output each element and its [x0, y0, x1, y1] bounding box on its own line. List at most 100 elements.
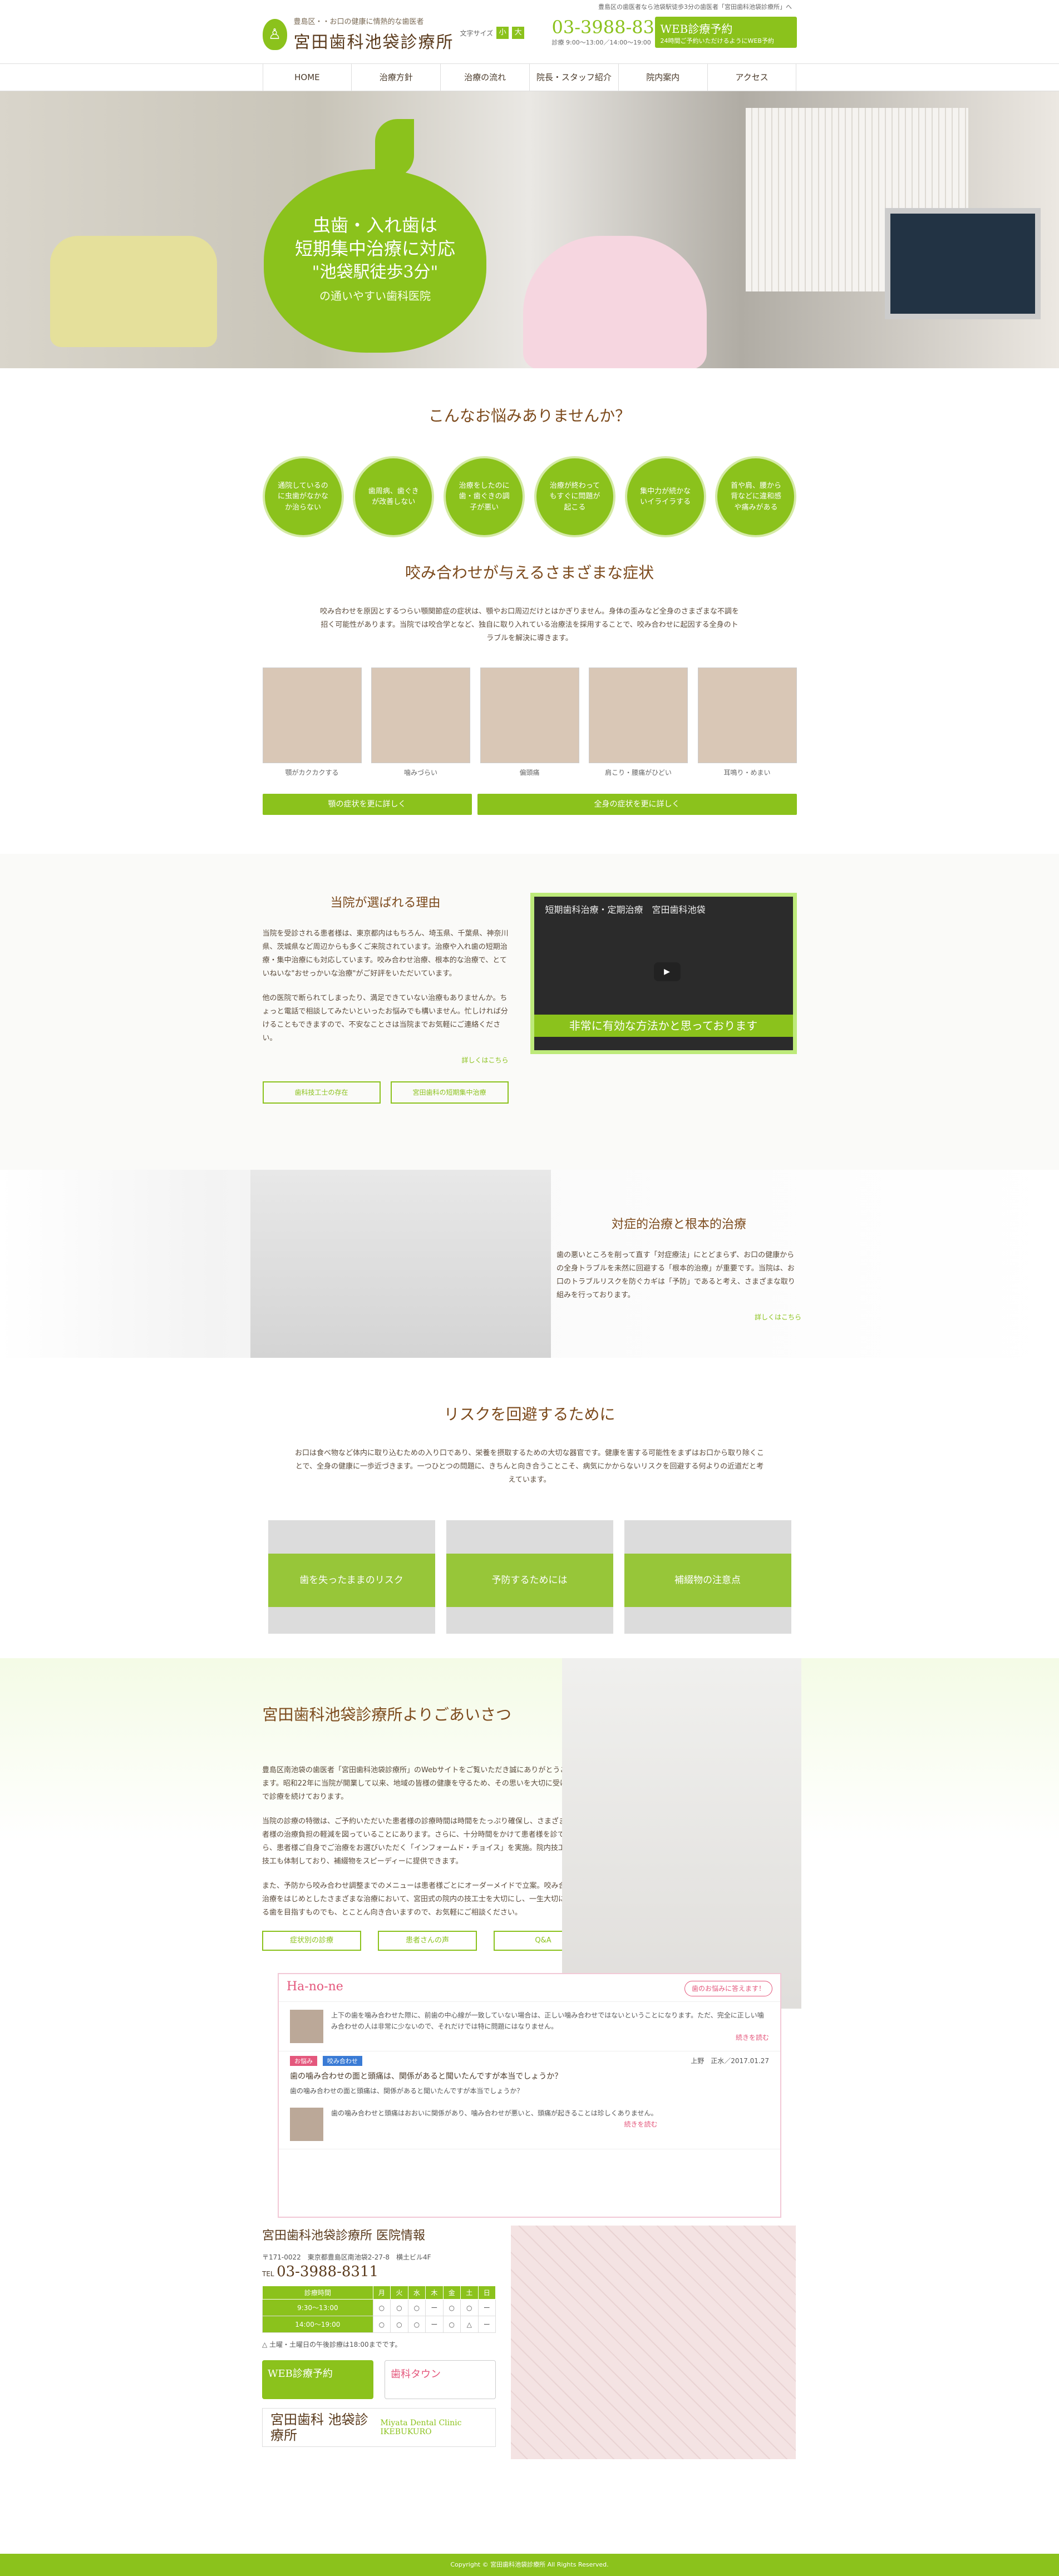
schedule-cell: ー: [425, 2316, 444, 2333]
treatment-room-photo: [250, 1170, 551, 1358]
risk-card[interactable]: 予防するためには: [446, 1520, 613, 1634]
jaw-symptom-button[interactable]: 顎の症状を更に詳しく: [262, 794, 472, 815]
video-title: 短期歯科治療・定期治療 宮田歯科池袋: [545, 904, 706, 915]
blog-box: Ha-no-ne 歯のお悩みに答えます！ 上下の歯を噛み合わせた際に、前歯の中心…: [278, 1973, 781, 2218]
hero-monitor-photo: [885, 208, 1041, 319]
symptom-photo: [262, 668, 362, 763]
technician-button[interactable]: 歯科技工士の存在: [262, 1081, 381, 1104]
risk-text: お口は食べ物など体内に取り込むための入り口であり、栄養を摂取するための大切な器官…: [294, 1449, 765, 1484]
blog-question-sub: 歯の噛み合わせの面と頭痛は、関係があると聞いたんですが本当でしょうか？: [290, 2087, 524, 2095]
doctor-avatar: [290, 2010, 323, 2043]
schedule-cell: ○: [407, 2316, 426, 2333]
nav-policy[interactable]: 治療方針: [352, 64, 441, 91]
schedule-cell: ○: [390, 2299, 408, 2316]
logo-main: 宮田歯科池袋診療所: [293, 33, 454, 52]
risk-card[interactable]: 歯を失ったままのリスク: [268, 1520, 435, 1634]
symptom-caption: 偏頭痛: [519, 769, 540, 777]
blog-post-text: 上下の歯を噛み合わせた際に、前歯の中心線が一致していない場合は、正しい噛み合わせ…: [331, 2011, 764, 2030]
video-caption: 非常に有効な方法かと思っております: [534, 1015, 793, 1037]
blog-more-link[interactable]: 続きを読む: [331, 2032, 769, 2043]
dental-town-banner[interactable]: 歯科タウン: [385, 2360, 496, 2399]
greeting-p3: また、予防から咬み合わせ調整までのメニューは患者様ごとにオーダーメイドで立案。咬…: [262, 1882, 580, 1917]
blog-logo[interactable]: Ha-no-ne: [287, 1980, 343, 1994]
blog-question[interactable]: 歯の噛み合わせの面と頭痛は、関係があると聞いたんですが本当でしょうか？: [290, 2070, 769, 2081]
schedule-note: △ 土曜・土曜日の午後診療は18:00までです。: [262, 2341, 402, 2348]
greeting-section: 宮田歯科池袋診療所よりごあいさつ 豊島区南池袋の歯医者「宮田歯科池袋診療所」のW…: [0, 1658, 1059, 2218]
why-text2: 他の医院で断られてしまったり、満足できていない治療もありませんか。ちょっと電話で…: [262, 994, 508, 1042]
header-tel[interactable]: 03-3988-8311 診療 9:00〜13:00／14:00〜19:00: [551, 17, 677, 47]
schedule-cell: ー: [477, 2299, 496, 2316]
web-reservation-sub: 24時間ご予約いただけるようにWEB予約: [660, 37, 774, 45]
blog-post[interactable]: 上下の歯を噛み合わせた際に、前歯の中心線が一致していない場合は、正しい噛み合わせ…: [279, 2002, 780, 2051]
web-reservation-banner[interactable]: WEB診療予約: [262, 2360, 373, 2399]
play-icon[interactable]: ▶: [653, 962, 681, 981]
hero-apple: 虫歯・入れ歯は 短期集中治療に対応 "池袋駅徒歩3分" の通いやすい歯科医院: [264, 119, 486, 355]
schedule-header: 月: [372, 2286, 391, 2300]
risk-card-label: 補綴物の注意点: [624, 1554, 791, 1607]
symptom-treatment-button[interactable]: 症状別の診療: [262, 1931, 361, 1951]
google-map[interactable]: [511, 2226, 796, 2459]
topbar-text: 豊島区の歯医者なら池袋駅徒歩3分の歯医者「宮田歯科池袋診療所」へ: [598, 3, 792, 11]
symptom-caption: 肩こり・腰痛がひどい: [605, 769, 672, 777]
nav-home[interactable]: HOME: [262, 64, 352, 91]
schedule-header: 金: [442, 2286, 461, 2300]
patient-voice-button[interactable]: 患者さんの声: [378, 1931, 477, 1951]
hero-line2: 短期集中治療に対応: [294, 238, 455, 259]
symptom-photo: [589, 668, 688, 763]
info-tel[interactable]: 03-3988-8311: [277, 2263, 378, 2280]
why-title: 当院が選ばれる理由: [330, 896, 441, 910]
troubles-title: こんなお悩みありませんか？: [428, 407, 631, 425]
schedule-cell: 9:30〜13:00: [262, 2299, 373, 2316]
treat-text: 歯の悪いところを削って直す「対症療法」にとどまらず、お口の健康からの全身トラブル…: [556, 1251, 795, 1299]
blog-meta: お悩み 咬み合わせ 上野 正水／2017.01.27 歯の噛み合わせの面と頭痛は…: [279, 2051, 780, 2100]
clinic-interior-photo: [562, 1658, 801, 2009]
body-symptom-button[interactable]: 全身の症状を更に詳しく: [477, 794, 797, 815]
video-player[interactable]: 短期歯科治療・定期治療 宮田歯科池袋 ▶ 非常に有効な方法かと思っております: [530, 893, 797, 1054]
info-title: 宮田歯科池袋診療所 医院情報: [262, 2229, 425, 2243]
blog-tag[interactable]: 咬み合わせ: [322, 2056, 362, 2066]
symptom-caption: 顎がカクカクする: [285, 769, 339, 777]
schedule-cell: ○: [407, 2299, 426, 2316]
why-text1: 当院を受診される患者様は、東京都内はもちろん、埼玉県、千葉県、神奈川県、茨城県な…: [262, 929, 509, 978]
trouble-item: 首や肩、腰から背などに違和感や痛みがある: [715, 456, 797, 537]
logo-sub: 豊島区・・お口の健康に情熱的な歯医者: [293, 18, 424, 26]
bite-title: 咬み合わせが与えるさまざまな症状: [405, 563, 654, 582]
doctor-avatar: [290, 2108, 323, 2141]
hero-line1: 虫歯・入れ歯は: [312, 215, 437, 236]
logo[interactable]: ♙ 豊島区・・お口の健康に情熱的な歯医者 宮田歯科池袋診療所: [262, 16, 454, 53]
blog-answer-button[interactable]: 歯のお悩みに答えます！: [684, 1981, 772, 1996]
tel-hours: 診療 9:00〜13:00／14:00〜19:00: [551, 39, 651, 46]
schedule-cell: ー: [477, 2316, 496, 2333]
schedule-header: 水: [407, 2286, 426, 2300]
short-treatment-button[interactable]: 宮田歯科の短期集中治療: [390, 1081, 509, 1104]
schedule-cell: ○: [442, 2316, 461, 2333]
schedule-cell: ○: [442, 2299, 461, 2316]
font-large-button[interactable]: 大: [512, 27, 525, 39]
font-small-button[interactable]: 小: [496, 27, 509, 39]
schedule-cell: △: [460, 2316, 479, 2333]
why-section: 当院が選ばれる理由 当院を受診される患者様は、東京都内はもちろん、埼玉県、千葉県…: [0, 854, 1059, 1170]
blog-date: 上野 正水／2017.01.27: [691, 2057, 769, 2065]
nav-flow[interactable]: 治療の流れ: [441, 64, 530, 91]
web-reservation-title: WEB診療予約: [660, 22, 733, 36]
why-more-link[interactable]: 詳しくはこちら: [263, 1055, 508, 1065]
blog-more-link[interactable]: 続きを読む: [331, 2119, 657, 2130]
risk-card[interactable]: 補綴物の注意点: [624, 1520, 791, 1634]
treat-more-link[interactable]: 詳しくはこちら: [556, 1312, 801, 1322]
symptom-photo: [371, 668, 470, 763]
greeting-p1: 豊島区南池袋の歯医者「宮田歯科池袋診療所」のWebサイトをご覧いただき誠にありが…: [262, 1766, 582, 1801]
blog-post[interactable]: 歯の噛み合わせと頭痛はおおいに関係があり、噛み合わせが悪いと、頭痛が起きることは…: [279, 2100, 780, 2149]
tel-number: 03-3988-8311: [551, 17, 677, 38]
blog-tag[interactable]: お悩み: [290, 2056, 317, 2066]
greeting-p2: 当院の診療の特徴は、ご予約いただいた患者様の診療時間は時間をたっぷり確保し、さま…: [262, 1817, 581, 1866]
clinic-info-section: 宮田歯科池袋診療所 医院情報 〒171-0022 東京都豊島区南池袋2-27-8…: [0, 2226, 1059, 2470]
font-size-label: 文字サイズ: [460, 29, 494, 37]
risk-card-label: 予防するためには: [446, 1554, 613, 1607]
hero-chair-photo: [50, 236, 217, 347]
nav-facility[interactable]: 院内案内: [619, 64, 708, 91]
hero-line4: の通いやすい歯科医院: [319, 289, 431, 303]
web-reservation-button[interactable]: WEB診療予約 24時間ご予約いただけるようにWEB予約: [654, 17, 797, 48]
nav-staff[interactable]: 院長・スタッフ紹介: [530, 64, 619, 91]
bite-text: 咬み合わせを原因とするつらい顎関節症の症状は、顎やお口周辺だけとはかぎりません。…: [320, 607, 739, 642]
nav-access[interactable]: アクセス: [708, 64, 797, 91]
